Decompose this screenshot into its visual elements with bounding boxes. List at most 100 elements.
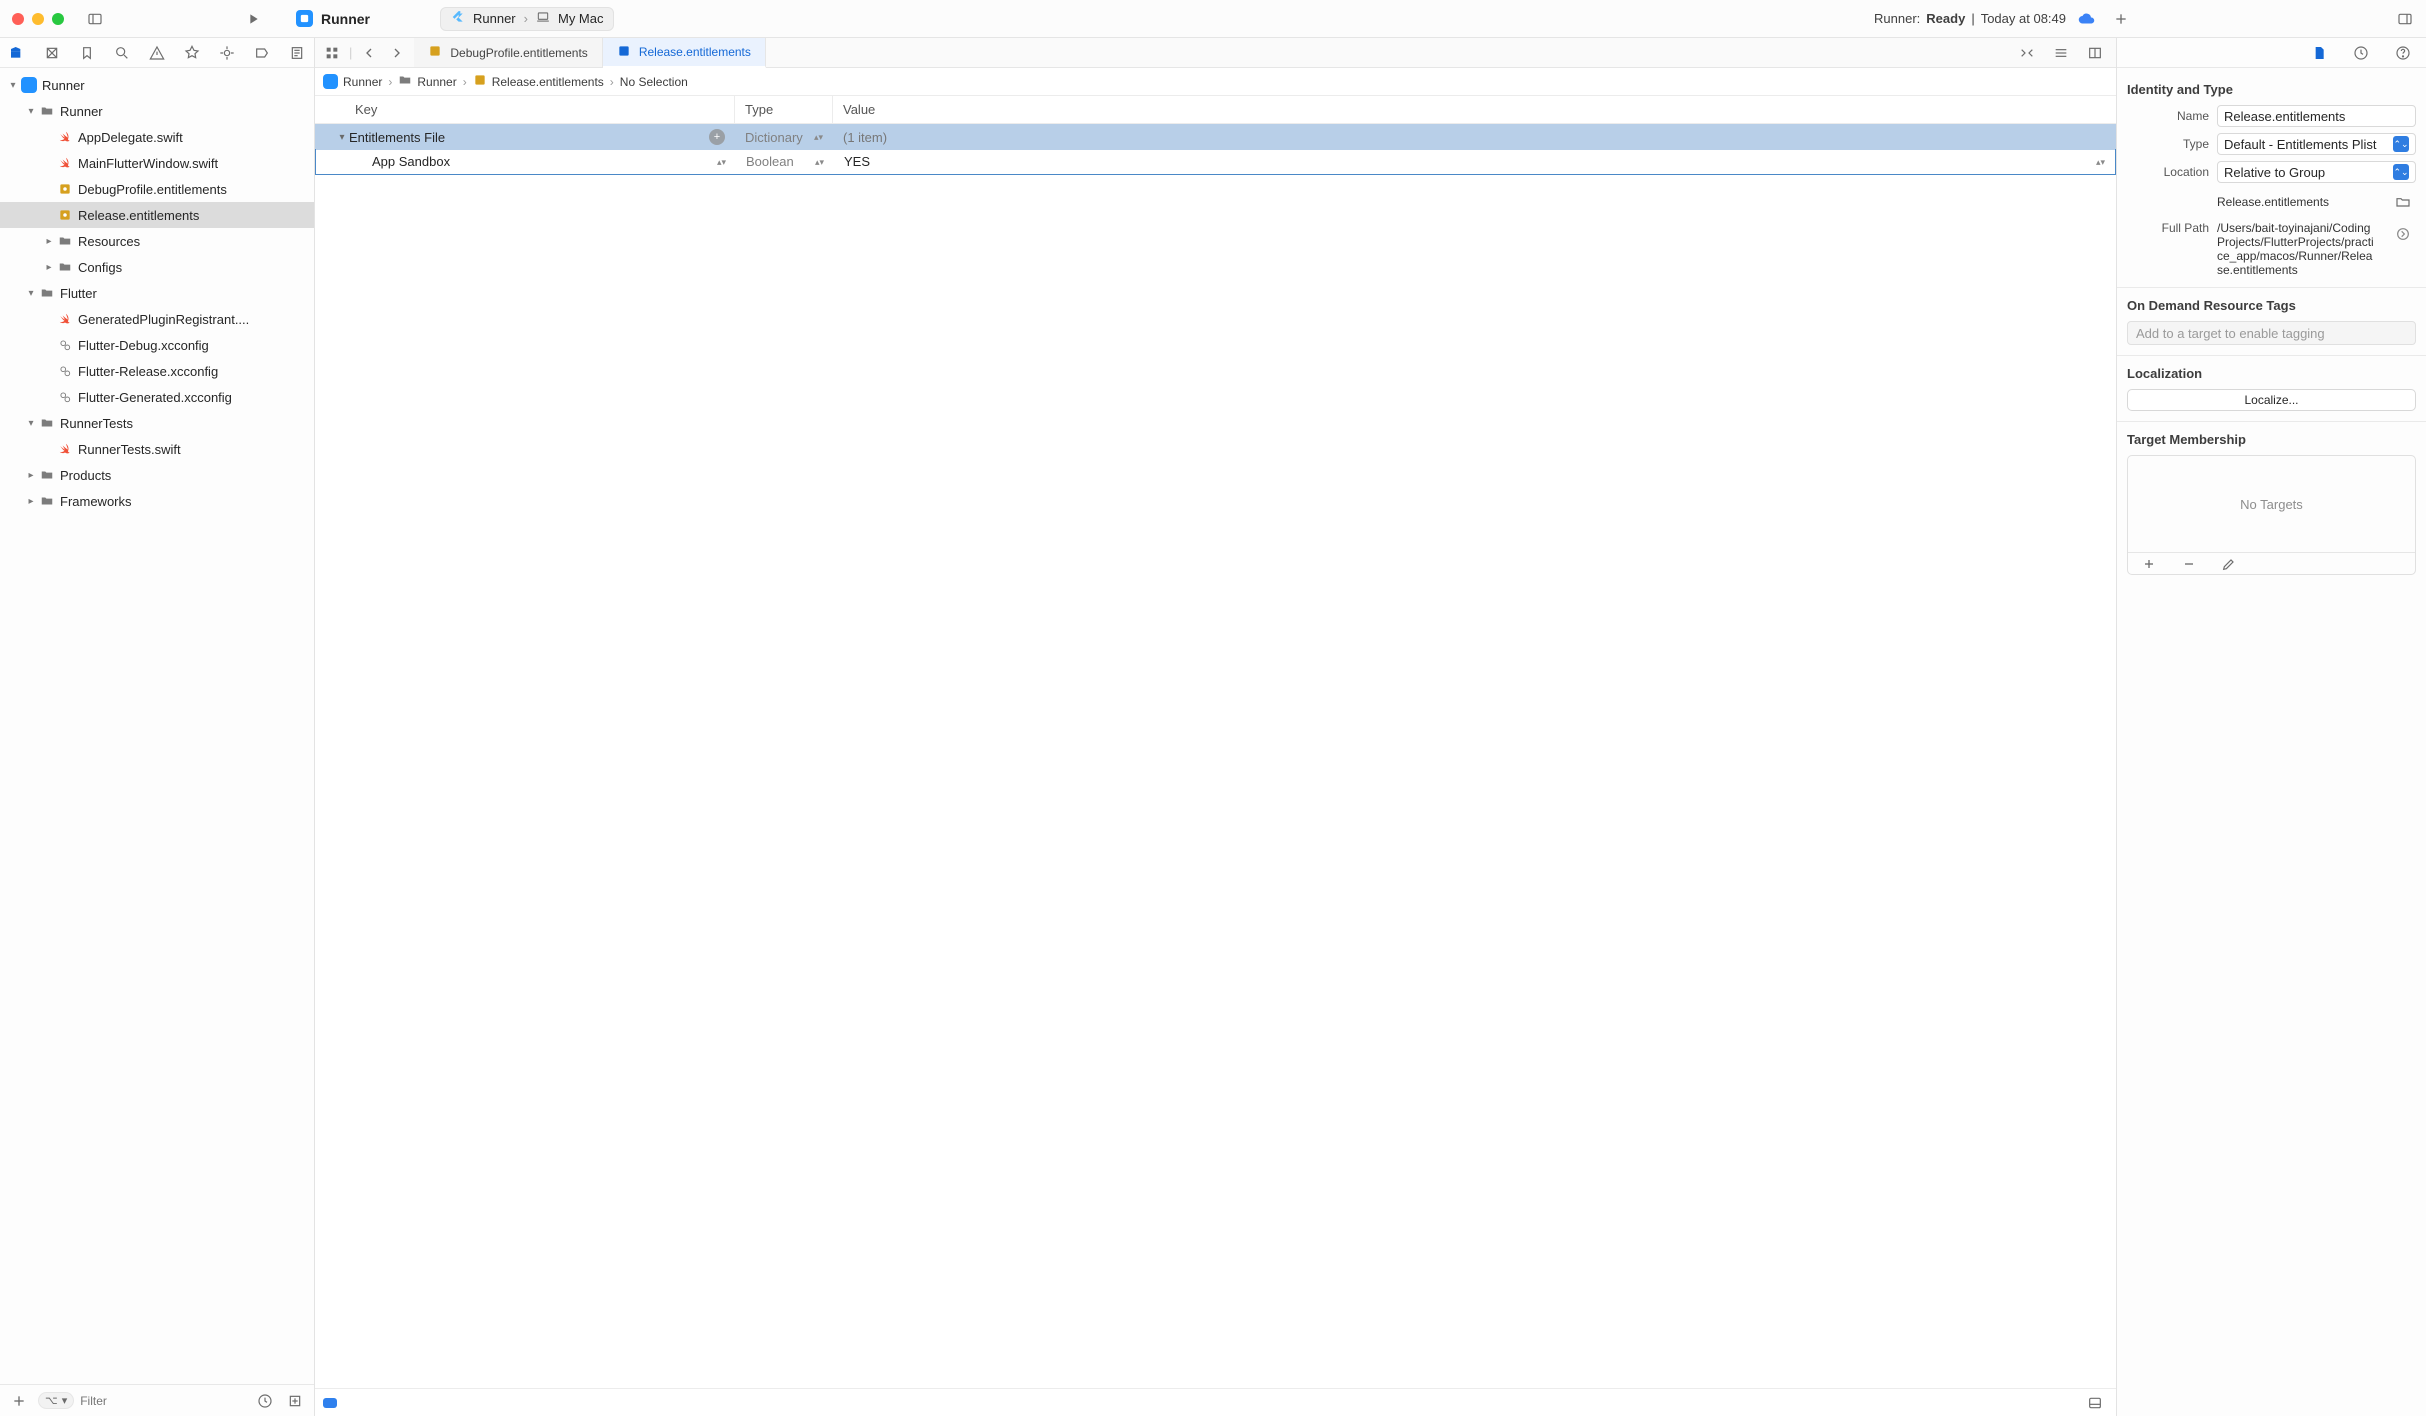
navigator-filter-input[interactable] [80, 1394, 246, 1408]
column-type-header[interactable]: Type [735, 96, 833, 123]
add-editor-split-button[interactable] [2082, 40, 2108, 66]
help-inspector-tab[interactable] [2390, 40, 2416, 66]
choose-location-button[interactable] [2390, 189, 2416, 215]
editor-actions-button[interactable] [2014, 40, 2040, 66]
disclosure-triangle-icon[interactable]: ▾ [24, 418, 38, 429]
adjust-editor-button[interactable] [2048, 40, 2074, 66]
localize-button[interactable]: Localize... [2127, 389, 2416, 411]
navigator-tree[interactable]: ▾Runner▾Runner AppDelegate.swift MainFlutt… [0, 68, 314, 1384]
disclosure-triangle-icon[interactable]: ▾ [24, 106, 38, 117]
find-navigator-tab[interactable] [113, 42, 132, 64]
tree-row[interactable]: Release.entitlements [0, 202, 314, 228]
editor-area: | DebugProfile.entitlementsRelease.entit… [315, 38, 2116, 1416]
name-field[interactable]: Release.entitlements [2217, 105, 2416, 127]
tree-row[interactable]: Flutter-Generated.xcconfig [0, 384, 314, 410]
scheme-selector[interactable]: Runner › My Mac [440, 7, 614, 31]
disclosure-triangle-icon[interactable]: ▸ [24, 470, 38, 481]
editor-tab[interactable]: Release.entitlements [603, 38, 766, 68]
reveal-in-finder-button[interactable] [2390, 221, 2416, 247]
toggle-debug-area-button[interactable] [2082, 1390, 2108, 1416]
gear-icon [56, 390, 74, 404]
disclosure-triangle-icon[interactable]: ▸ [24, 496, 38, 507]
disclosure-triangle-icon[interactable]: ▾ [335, 132, 349, 143]
location-filename: Release.entitlements [2217, 195, 2382, 209]
column-key-header[interactable]: Key [315, 96, 735, 123]
remove-target-button[interactable] [2176, 551, 2202, 577]
column-value-header[interactable]: Value [833, 96, 2116, 123]
jump-bar[interactable]: Runner › Runner › Release.entitlements ›… [315, 68, 2116, 96]
jump-segment[interactable]: No Selection [620, 75, 688, 89]
report-navigator-tab[interactable] [287, 42, 306, 64]
nav-forward-button[interactable] [386, 42, 408, 64]
gear-icon [56, 338, 74, 352]
history-inspector-tab[interactable] [2348, 40, 2374, 66]
disclosure-triangle-icon[interactable]: ▾ [6, 80, 20, 91]
disclosure-triangle-icon[interactable]: ▾ [24, 288, 38, 299]
filter-scope-button[interactable]: ⌥▾ [38, 1392, 74, 1409]
fullpath-value: /Users/bait-toyinajani/CodingProjects/Fl… [2217, 221, 2378, 277]
jump-segment[interactable]: Runner [343, 75, 382, 89]
add-file-button[interactable] [6, 1388, 32, 1414]
add-row-button[interactable]: + [709, 129, 725, 145]
editor-mode-indicator[interactable] [323, 1398, 337, 1408]
zoom-window-button[interactable] [52, 13, 64, 25]
related-items-button[interactable] [321, 42, 343, 64]
cloud-status-icon[interactable] [2076, 8, 2098, 30]
tree-row[interactable]: AppDelegate.swift [0, 124, 314, 150]
tree-row[interactable]: ▾Runner [0, 98, 314, 124]
tree-row[interactable]: Flutter-Debug.xcconfig [0, 332, 314, 358]
tree-row[interactable]: Flutter-Release.xcconfig [0, 358, 314, 384]
editor-tab[interactable]: DebugProfile.entitlements [414, 38, 602, 67]
jump-segment[interactable]: Runner [417, 75, 456, 89]
folder-icon [56, 260, 74, 274]
tree-row[interactable]: ▸Configs [0, 254, 314, 280]
plist-body[interactable]: ▾Entitlements File+Dictionary▴▾(1 item) A… [315, 124, 2116, 1388]
bookmark-navigator-tab[interactable] [78, 42, 97, 64]
destination-name: My Mac [558, 11, 604, 26]
scm-status-icon[interactable] [282, 1388, 308, 1414]
add-editor-button[interactable] [2108, 6, 2134, 32]
tree-label: AppDelegate.swift [78, 130, 183, 145]
tree-row[interactable]: GeneratedPluginRegistrant.... [0, 306, 314, 332]
breakpoint-navigator-tab[interactable] [252, 42, 271, 64]
type-select[interactable]: Default - Entitlements Plist⌃⌄ [2217, 133, 2416, 155]
project-title: Runner [321, 11, 370, 27]
minimize-window-button[interactable] [32, 13, 44, 25]
issue-navigator-tab[interactable] [148, 42, 167, 64]
edit-target-button[interactable] [2216, 551, 2242, 577]
plist-row[interactable]: ▾Entitlements File+Dictionary▴▾(1 item) [315, 124, 2116, 150]
type-stepper-icon[interactable]: ▴▾ [814, 134, 823, 140]
project-navigator-tab[interactable] [8, 42, 27, 64]
tree-row[interactable]: MainFlutterWindow.swift [0, 150, 314, 176]
jump-segment[interactable]: Release.entitlements [492, 75, 604, 89]
tree-row[interactable]: DebugProfile.entitlements [0, 176, 314, 202]
file-inspector-tab[interactable] [2306, 40, 2332, 66]
key-stepper-icon[interactable]: ▴▾ [717, 159, 726, 165]
type-stepper-icon[interactable]: ▴▾ [815, 159, 824, 165]
disclosure-triangle-icon[interactable]: ▸ [42, 262, 56, 273]
add-target-button[interactable] [2136, 551, 2162, 577]
toggle-navigator-button[interactable] [82, 6, 108, 32]
tree-row[interactable]: ▾RunnerTests [0, 410, 314, 436]
tree-row[interactable]: ▾Runner [0, 72, 314, 98]
inspector-toolbar [2117, 38, 2426, 68]
run-button[interactable] [240, 6, 266, 32]
source-control-navigator-tab[interactable] [43, 42, 62, 64]
nav-back-button[interactable] [358, 42, 380, 64]
location-select[interactable]: Relative to Group⌃⌄ [2217, 161, 2416, 183]
value-stepper-icon[interactable]: ▴▾ [2096, 159, 2105, 165]
tree-row[interactable]: ▸Frameworks [0, 488, 314, 514]
recent-files-icon[interactable] [252, 1388, 278, 1414]
tree-row[interactable]: RunnerTests.swift [0, 436, 314, 462]
tree-row[interactable]: ▾Flutter [0, 280, 314, 306]
tree-row[interactable]: ▸Products [0, 462, 314, 488]
tree-row[interactable]: ▸Resources [0, 228, 314, 254]
disclosure-triangle-icon[interactable]: ▸ [42, 236, 56, 247]
debug-navigator-tab[interactable] [217, 42, 236, 64]
plist-key: App Sandbox [372, 154, 450, 169]
test-navigator-tab[interactable] [182, 42, 201, 64]
tree-label: GeneratedPluginRegistrant.... [78, 312, 249, 327]
close-window-button[interactable] [12, 13, 24, 25]
plist-row[interactable]: App Sandbox▴▾Boolean▴▾YES▴▾ [315, 149, 2116, 175]
toggle-inspector-button[interactable] [2392, 6, 2418, 32]
